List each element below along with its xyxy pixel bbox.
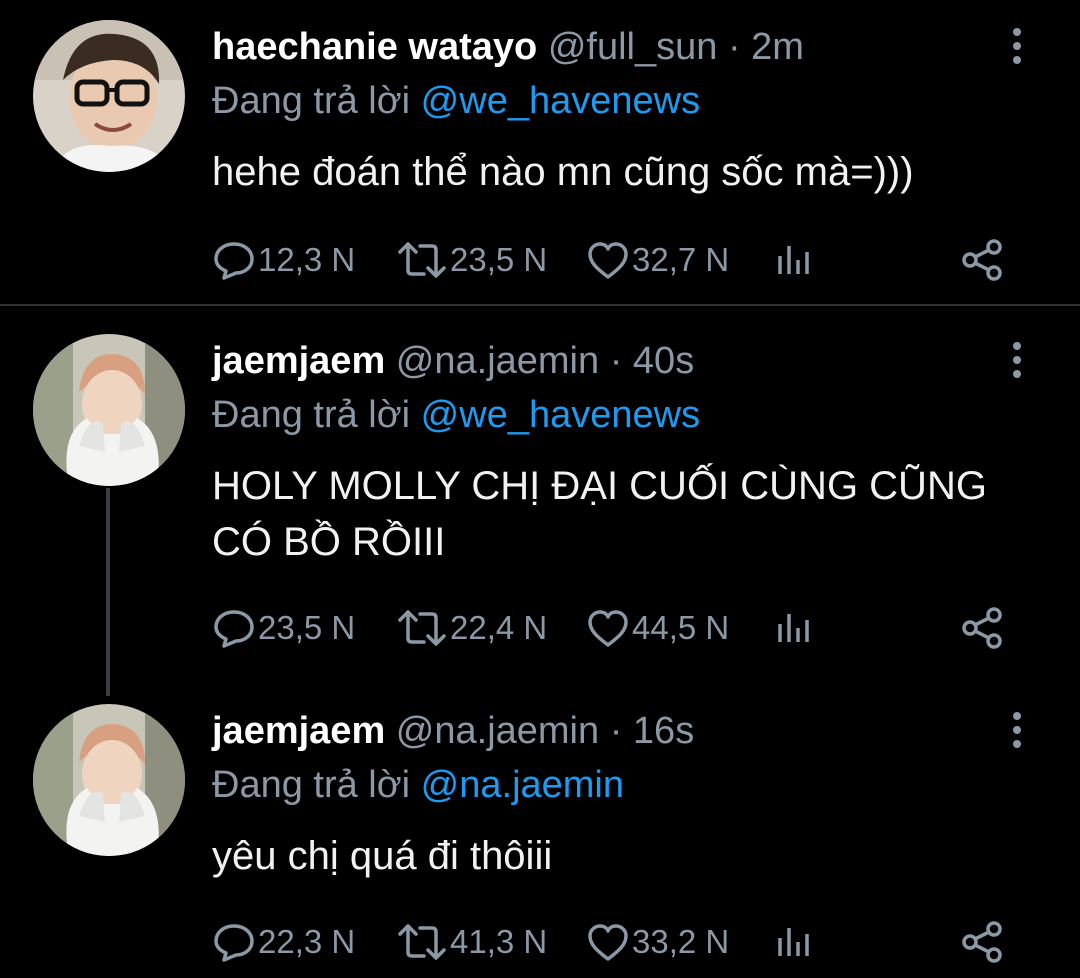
thread-connector-line [106,488,110,696]
display-name[interactable]: haechanie watayo [212,26,537,68]
like-button[interactable]: 32,7 N [586,238,729,282]
tweet-text: yêu chị quá đi thôiii [212,834,553,878]
reply-mention-link[interactable]: @na.jaemin [421,764,624,806]
like-count: 33,2 N [632,923,730,960]
separator-dot: · [609,710,633,752]
analytics-button[interactable] [774,606,814,650]
reply-mention-link[interactable]: @we_havenews [421,80,700,122]
timestamp[interactable]: 40s [633,340,694,382]
analytics-button[interactable] [774,238,814,282]
action-bar: 23,5 N 22,4 N 44,5 N [212,606,1032,650]
display-name[interactable]: jaemjaem [212,710,385,752]
reply-button[interactable]: 12,3 N [212,238,355,282]
avatar[interactable] [33,704,185,856]
retweet-button[interactable]: 22,4 N [396,606,547,650]
analytics-icon [778,246,809,274]
more-vertical-icon[interactable] [1004,28,1030,72]
reply-button[interactable]: 22,3 N [212,920,355,964]
share-icon [962,607,1002,649]
display-name[interactable]: jaemjaem [212,340,385,382]
share-button[interactable] [960,920,1006,964]
avatar[interactable] [33,334,185,486]
reply-mention-link[interactable]: @we_havenews [421,394,700,436]
reply-icon [214,924,254,962]
analytics-icon [778,928,809,956]
heart-icon [588,924,628,961]
tweet-text: hehe đoán thể nào mn cũng sốc mà=))) [212,150,914,194]
tweet-text: HOLY MOLLY CHỊ ĐẠI CUỐI CÙNG CŨNG CÓ BỒ … [212,464,987,564]
reply-icon [214,610,254,648]
more-vertical-icon[interactable] [1004,342,1030,386]
retweet-count: 41,3 N [450,923,548,960]
username[interactable]: @na.jaemin [396,340,599,382]
separator-dot: · [727,26,752,68]
tweet-divider [0,304,1080,306]
retweet-count: 23,5 N [450,241,548,278]
share-icon [962,239,1002,281]
avatar[interactable] [33,20,185,172]
like-count: 44,5 N [632,609,730,646]
username[interactable]: @na.jaemin [396,710,599,752]
share-button[interactable] [960,606,1006,650]
replying-to-label: Đang trả lời [212,764,411,806]
reply-count: 22,3 N [258,923,356,960]
retweet-icon [398,924,446,960]
retweet-button[interactable]: 23,5 N [396,238,547,282]
heart-icon [588,242,628,279]
share-icon [962,921,1002,963]
analytics-icon [778,614,809,642]
action-bar: 12,3 N 23,5 N 32,7 N [212,238,1032,282]
analytics-button[interactable] [774,920,814,964]
reply-count: 12,3 N [258,241,356,278]
action-bar: 22,3 N 41,3 N 33,2 N [212,920,1032,964]
like-button[interactable]: 33,2 N [586,920,729,964]
username[interactable]: @full_sun [548,26,718,68]
like-count: 32,7 N [632,241,730,278]
timestamp[interactable]: 16s [633,710,694,752]
separator-dot: · [609,340,633,382]
more-vertical-icon[interactable] [1004,712,1030,756]
reply-icon [214,242,254,280]
heart-icon [588,610,628,647]
like-button[interactable]: 44,5 N [586,606,729,650]
share-button[interactable] [960,238,1006,282]
retweet-icon [398,242,446,278]
retweet-count: 22,4 N [450,609,548,646]
retweet-button[interactable]: 41,3 N [396,920,547,964]
reply-count: 23,5 N [258,609,356,646]
replying-to-label: Đang trả lời [212,394,411,436]
retweet-icon [398,610,446,646]
reply-button[interactable]: 23,5 N [212,606,355,650]
timestamp[interactable]: 2m [751,26,804,68]
replying-to-label: Đang trả lời [212,80,411,122]
